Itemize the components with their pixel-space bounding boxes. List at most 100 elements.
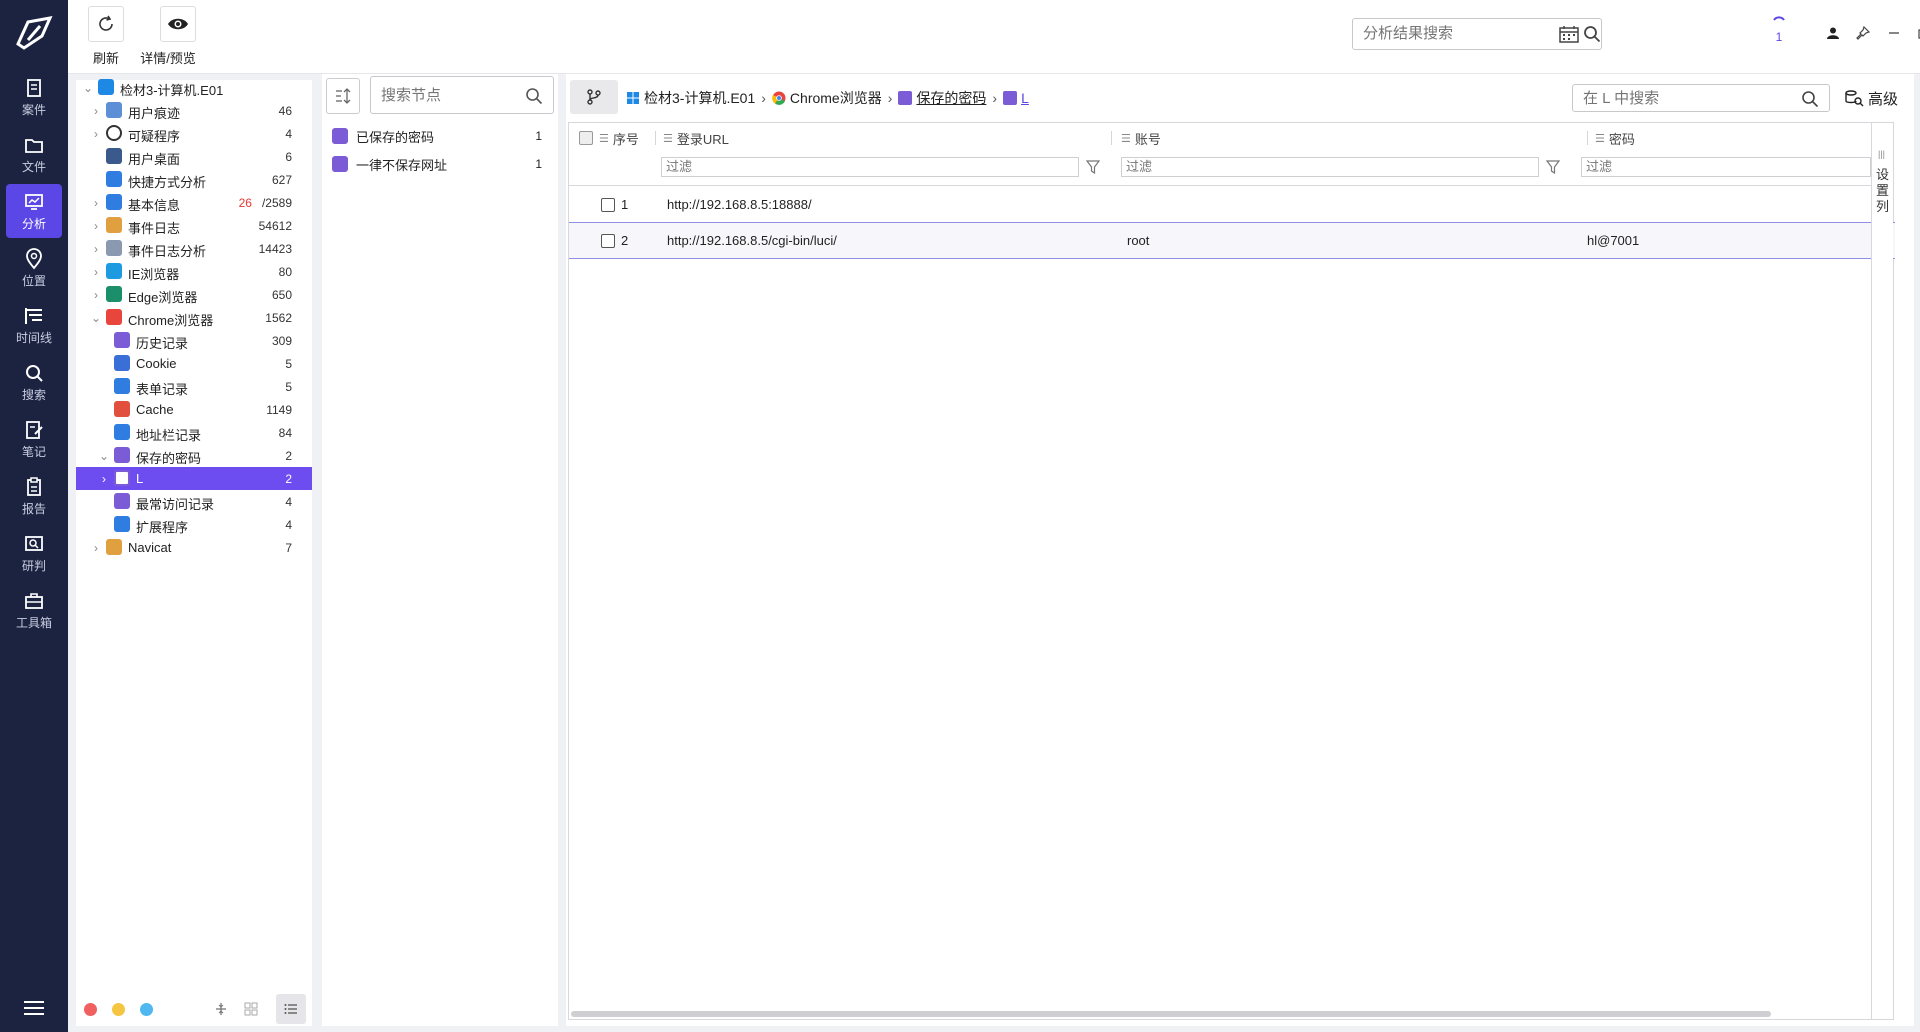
tree-item[interactable]: 用户桌面 6 — [76, 145, 312, 168]
chevron-right-icon[interactable]: › — [90, 196, 102, 210]
collapse-all-icon[interactable] — [206, 994, 236, 1024]
node-search-input[interactable] — [381, 87, 511, 104]
tree-item[interactable]: 地址栏记录 84 — [76, 421, 312, 444]
tree-item[interactable]: ⌄ Chrome浏览器 1562 — [76, 306, 312, 329]
minimize-icon[interactable] — [1883, 22, 1905, 44]
column-header-index[interactable]: ☰ 序号 — [599, 123, 639, 153]
tree-item[interactable]: 快捷方式分析 627 — [76, 168, 312, 191]
user-icon[interactable] — [1822, 22, 1844, 44]
tree-item[interactable]: › 基本信息 26/2589 — [76, 191, 312, 214]
nav-toolbox[interactable]: 工具箱 — [6, 583, 62, 637]
tree-item[interactable]: › L 2 — [76, 467, 312, 490]
task-progress-indicator[interactable]: 1 — [1764, 14, 1794, 48]
tree-item[interactable]: 扩展程序 4 — [76, 513, 312, 536]
table-row[interactable]: 1 http://192.168.8.5:18888/ — [569, 187, 1895, 223]
nav-case[interactable]: 案件 — [6, 70, 62, 124]
column-header-password[interactable]: ☰ 密码 — [1595, 123, 1635, 153]
nav-report[interactable]: 报告 — [6, 469, 62, 523]
calendar-icon[interactable] — [1559, 25, 1579, 43]
branch-icon[interactable] — [570, 80, 618, 114]
tree-item[interactable]: ⌄ 检材3-计算机.E01 — [76, 76, 312, 99]
chevron-right-icon[interactable]: › — [90, 265, 102, 279]
tree-item[interactable]: › 事件日志分析 14423 — [76, 237, 312, 260]
nav-label: 时间线 — [15, 330, 52, 345]
nav-location[interactable]: 位置 — [6, 241, 62, 295]
search-icon[interactable] — [525, 87, 543, 105]
tree-item[interactable]: Cache 1149 — [76, 398, 312, 421]
filter-icon[interactable] — [1545, 159, 1561, 175]
nav-file[interactable]: 文件 — [6, 127, 62, 181]
breadcrumb-item-chrome[interactable]: Chrome浏览器 — [772, 88, 882, 108]
nav-analysis[interactable]: 分析 — [6, 184, 62, 238]
sort-icon[interactable] — [326, 78, 360, 114]
select-all-checkbox[interactable] — [579, 131, 593, 145]
column-settings-strip[interactable]: ||| 设置列 — [1871, 123, 1893, 1019]
row-checkbox[interactable] — [601, 197, 615, 212]
hamburger-menu-icon[interactable] — [20, 994, 48, 1022]
row-checkbox[interactable] — [601, 233, 615, 248]
preview-button[interactable]: 详情/预览 — [140, 6, 196, 67]
column-divider[interactable] — [655, 131, 656, 145]
url-filter[interactable] — [661, 157, 1079, 177]
node-search-box[interactable] — [370, 76, 554, 114]
refresh-button[interactable]: 刷新 — [88, 6, 124, 67]
url-filter-input[interactable] — [666, 159, 866, 174]
nav-timeline[interactable]: 时间线 — [6, 298, 62, 352]
nav-judgement[interactable]: 研判 — [6, 526, 62, 580]
tree-item[interactable]: › Edge浏览器 650 — [76, 283, 312, 306]
list-view-icon[interactable] — [276, 994, 306, 1024]
chevron-right-icon[interactable]: › — [90, 541, 102, 555]
restore-icon[interactable] — [1913, 22, 1920, 44]
horizontal-scrollbar[interactable] — [571, 1011, 1771, 1017]
tree-item[interactable]: ⌄ 保存的密码 2 — [76, 444, 312, 467]
blue-dot-filter[interactable] — [140, 1003, 153, 1016]
search-icon[interactable] — [1801, 90, 1819, 108]
grid-view-icon[interactable] — [236, 994, 266, 1024]
column-header-account[interactable]: ☰ 账号 — [1121, 123, 1161, 153]
chevron-right-icon[interactable]: › — [90, 288, 102, 302]
analysis-search-input[interactable] — [1363, 25, 1533, 42]
chevron-down-icon[interactable]: ⌄ — [82, 81, 94, 95]
tree-item[interactable]: › IE浏览器 80 — [76, 260, 312, 283]
node-item-never-save-urls[interactable]: 一律不保存网址 1 — [322, 150, 558, 178]
column-divider[interactable] — [1587, 131, 1588, 145]
chevron-right-icon[interactable]: › — [90, 127, 102, 141]
chevron-down-icon[interactable]: ⌄ — [98, 449, 110, 463]
breadcrumb-item-current[interactable]: L — [1003, 90, 1029, 106]
account-filter[interactable] — [1121, 157, 1539, 177]
password-filter-input[interactable] — [1586, 159, 1786, 174]
node-item-saved-passwords[interactable]: 已保存的密码 1 — [322, 122, 558, 150]
chevron-right-icon[interactable]: › — [90, 219, 102, 233]
tree-item[interactable]: 表单记录 5 — [76, 375, 312, 398]
in-node-search-input[interactable] — [1583, 90, 1783, 107]
password-filter[interactable] — [1581, 157, 1871, 177]
yellow-dot-filter[interactable] — [112, 1003, 125, 1016]
column-header-login-url[interactable]: ☰ 登录URL — [663, 123, 729, 153]
filter-icon[interactable] — [1085, 159, 1101, 175]
advanced-search-button[interactable]: 高级 — [1844, 86, 1898, 110]
breadcrumb-item-evidence[interactable]: 检材3-计算机.E01 — [626, 88, 755, 108]
chevron-right-icon[interactable]: › — [90, 242, 102, 256]
table-row[interactable]: 2 http://192.168.8.5/cgi-bin/luci/ root … — [569, 223, 1895, 259]
nav-search[interactable]: 搜索 — [6, 355, 62, 409]
tree-item[interactable]: › 事件日志 54612 — [76, 214, 312, 237]
red-dot-filter[interactable] — [84, 1003, 97, 1016]
column-divider[interactable] — [1111, 131, 1112, 145]
nav-notes[interactable]: 笔记 — [6, 412, 62, 466]
tree-item[interactable]: 历史记录 309 — [76, 329, 312, 352]
breadcrumb-item-saved-passwords[interactable]: 保存的密码 — [898, 88, 986, 108]
tree-item[interactable]: › 可疑程序 4 — [76, 122, 312, 145]
search-icon[interactable] — [1583, 25, 1601, 43]
tree-item[interactable]: › 用户痕迹 46 — [76, 99, 312, 122]
chevron-right-icon[interactable]: › — [90, 104, 102, 118]
account-filter-input[interactable] — [1126, 159, 1326, 174]
chevron-right-icon[interactable]: › — [98, 472, 110, 486]
in-node-search-box[interactable] — [1572, 84, 1830, 112]
tree-item[interactable]: › Navicat 7 — [76, 536, 312, 559]
user-trace-icon — [106, 102, 122, 118]
chevron-down-icon[interactable]: ⌄ — [90, 311, 102, 325]
tree-item[interactable]: 最常访问记录 4 — [76, 490, 312, 513]
tree-item[interactable]: Cookie 5 — [76, 352, 312, 375]
analysis-result-search[interactable] — [1352, 18, 1602, 50]
pin-icon[interactable] — [1852, 22, 1874, 44]
